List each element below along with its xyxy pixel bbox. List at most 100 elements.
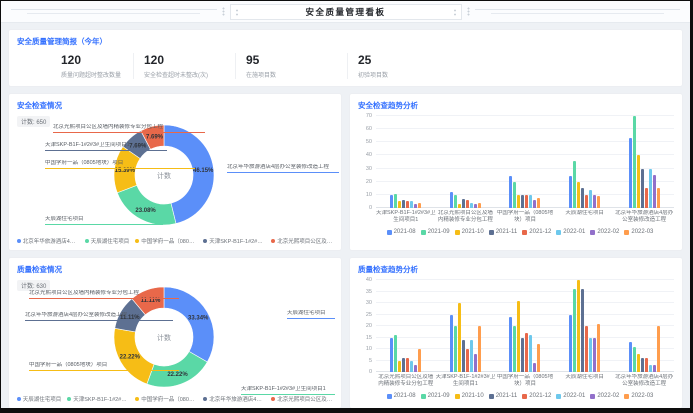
legend-item[interactable]: 天辰湖住宅项目 (17, 395, 62, 403)
legend-item[interactable]: 2021-09 (421, 229, 450, 235)
legend-item[interactable]: 2021-12 (522, 229, 551, 235)
bar[interactable] (525, 333, 528, 372)
bar[interactable] (406, 358, 409, 372)
bar[interactable] (649, 169, 652, 208)
bar[interactable] (597, 324, 600, 372)
legend-item[interactable]: 中国学府一品（0805地块）项目 (135, 395, 197, 403)
bar[interactable] (478, 326, 481, 372)
bar[interactable] (589, 338, 592, 373)
bar[interactable] (509, 317, 512, 372)
legend-item[interactable]: 2022-01 (556, 229, 585, 235)
bar[interactable] (569, 176, 572, 208)
bar[interactable] (529, 335, 532, 372)
bar[interactable] (533, 200, 536, 208)
bar[interactable] (593, 195, 596, 208)
bar[interactable] (474, 204, 477, 208)
legend-item[interactable]: 2021-10 (455, 229, 484, 235)
bar[interactable] (390, 338, 393, 373)
bar[interactable] (390, 195, 393, 208)
bar[interactable] (402, 200, 405, 208)
legend-item[interactable]: 中国学府一品（0805地块）项目 (135, 237, 197, 245)
bar[interactable] (637, 155, 640, 208)
bar[interactable] (478, 203, 481, 208)
legend-item[interactable]: 天辰湖住宅项目 (85, 237, 130, 245)
legend-item[interactable]: 2021-11 (489, 393, 518, 399)
bar[interactable] (450, 315, 453, 373)
bar[interactable] (577, 182, 580, 208)
bar[interactable] (653, 365, 656, 372)
bar[interactable] (458, 204, 461, 208)
legend-item[interactable]: 2021-12 (522, 393, 551, 399)
bar[interactable] (649, 365, 652, 372)
legend-item[interactable]: 2021-08 (387, 393, 416, 399)
bar[interactable] (577, 280, 580, 372)
legend-item[interactable]: 2021-11 (489, 229, 518, 235)
bar[interactable] (633, 116, 636, 208)
bar[interactable] (589, 190, 592, 208)
legend-item[interactable]: 2022-02 (590, 393, 619, 399)
bar[interactable] (585, 195, 588, 208)
bar[interactable] (573, 161, 576, 208)
legend-item[interactable]: 天津SKP-B1F-1#2#3#卫生间项目1 (203, 237, 265, 245)
bar[interactable] (454, 195, 457, 208)
bar[interactable] (597, 196, 600, 208)
bar[interactable] (593, 338, 596, 373)
bar[interactable] (466, 200, 469, 208)
legend-item[interactable]: 2022-03 (624, 393, 653, 399)
bar[interactable] (517, 195, 520, 208)
bar[interactable] (641, 358, 644, 372)
bar[interactable] (537, 198, 540, 209)
bar[interactable] (517, 301, 520, 372)
bar[interactable] (450, 192, 453, 208)
bar[interactable] (509, 176, 512, 208)
bar[interactable] (402, 358, 405, 372)
bar[interactable] (581, 188, 584, 208)
bar[interactable] (641, 169, 644, 208)
bar[interactable] (633, 347, 636, 372)
bar[interactable] (474, 354, 477, 372)
bar[interactable] (414, 365, 417, 372)
legend-item[interactable]: 北京年华旅游酒店4层办公室装修改造工程 (17, 237, 79, 245)
bar[interactable] (533, 363, 536, 372)
bar[interactable] (585, 326, 588, 372)
bar[interactable] (410, 361, 413, 373)
bar[interactable] (466, 349, 469, 372)
legend-item[interactable]: 北京光熙项目公区及墙内精装修专业分包工程 (271, 395, 333, 403)
bar[interactable] (513, 326, 516, 372)
bar[interactable] (414, 204, 417, 208)
bar[interactable] (629, 138, 632, 208)
bar[interactable] (418, 203, 421, 208)
legend-item[interactable]: 2021-08 (387, 229, 416, 235)
legend-item[interactable]: 2022-01 (556, 393, 585, 399)
bar[interactable] (569, 315, 572, 373)
bar[interactable] (410, 201, 413, 208)
bar[interactable] (521, 338, 524, 373)
legend-item[interactable]: 2021-09 (421, 393, 450, 399)
bar[interactable] (454, 326, 457, 372)
bar[interactable] (398, 361, 401, 373)
legend-item[interactable]: 北京光熙项目公区及墙内精装修专业分包工程 (271, 237, 333, 245)
bar[interactable] (645, 188, 648, 208)
bar[interactable] (394, 335, 397, 372)
bar[interactable] (537, 344, 540, 372)
legend-item[interactable]: 2022-03 (624, 229, 653, 235)
bar[interactable] (521, 195, 524, 208)
bar[interactable] (657, 188, 660, 208)
bar[interactable] (462, 340, 465, 372)
bar[interactable] (637, 354, 640, 372)
bar[interactable] (653, 175, 656, 208)
bar[interactable] (470, 340, 473, 372)
bar[interactable] (458, 303, 461, 372)
bar[interactable] (394, 194, 397, 208)
bar[interactable] (581, 289, 584, 372)
legend-item[interactable]: 天津SKP-B1F-1#2#3#卫生间项目1 (67, 395, 129, 403)
bar[interactable] (398, 201, 401, 208)
bar[interactable] (470, 203, 473, 208)
bar[interactable] (645, 358, 648, 372)
bar[interactable] (406, 201, 409, 208)
legend-item[interactable]: 2022-02 (590, 229, 619, 235)
bar[interactable] (657, 326, 660, 372)
bar[interactable] (525, 195, 528, 208)
bar[interactable] (573, 289, 576, 372)
bar[interactable] (418, 349, 421, 372)
